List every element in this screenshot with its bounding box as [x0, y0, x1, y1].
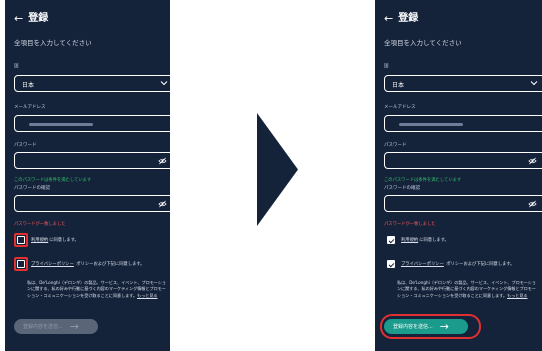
- terms-text: に同意します。: [49, 238, 79, 243]
- email-value-blurred: [29, 123, 93, 126]
- terms-checkbox[interactable]: [387, 236, 395, 244]
- page-title: 登録: [28, 12, 49, 24]
- password-field[interactable]: [14, 152, 170, 169]
- password-valid-message: このパスワードは条件を満たしています: [384, 178, 462, 183]
- back-arrow-icon[interactable]: ←: [14, 13, 23, 24]
- header: ← 登録: [384, 13, 418, 24]
- password-field[interactable]: [384, 152, 542, 169]
- terms-checkbox-row[interactable]: 利用規約に同意します。: [387, 236, 449, 244]
- chevron-down-icon: [160, 81, 168, 86]
- privacy-checkbox-row[interactable]: プライバシーポリシー ポリシーおよび下記に同意します。: [387, 260, 515, 268]
- password-confirm-field[interactable]: [384, 195, 542, 212]
- marketing-consent-text: 私は、De'Longhi（デロンギ）の製品、サービス、イベント、プロモーションに…: [27, 280, 167, 299]
- header: ← 登録: [14, 13, 48, 24]
- read-more-link[interactable]: もっと見る: [507, 293, 527, 298]
- terms-link[interactable]: 利用規約: [31, 238, 48, 243]
- read-more-link[interactable]: もっと見る: [137, 293, 157, 298]
- password-match-message: パスワードが一致しました: [14, 222, 66, 227]
- country-select[interactable]: 日本: [384, 75, 542, 92]
- privacy-link[interactable]: プライバシーポリシー: [401, 262, 444, 267]
- registration-screen-after: ← 登録 全項目を入力してください 国 日本 メールアドレス パスワード このパ…: [375, 0, 542, 351]
- page-title: 登録: [398, 12, 419, 24]
- email-label: メールアドレス: [14, 105, 46, 110]
- registration-screen-before: ← 登録 全項目を入力してください 国 日本 メールアドレス パスワード このパ…: [5, 0, 170, 351]
- password-label: パスワード: [384, 143, 407, 148]
- terms-text: に同意します。: [419, 238, 449, 243]
- highlight-terms-checkbox: [14, 233, 28, 247]
- eye-off-icon[interactable]: [158, 200, 167, 208]
- submit-button[interactable]: 登録内容を送信... →: [14, 319, 98, 334]
- country-select[interactable]: 日本: [14, 75, 170, 92]
- password-confirm-label: パスワードの確認: [14, 186, 50, 191]
- privacy-checkbox-row[interactable]: プライバシーポリシー ポリシーおよび下記に同意します。: [17, 260, 145, 268]
- password-confirm-field[interactable]: [14, 195, 170, 212]
- page-subtitle: 全項目を入力してください: [384, 39, 462, 47]
- password-match-message: パスワードが一致しました: [384, 222, 436, 227]
- privacy-link[interactable]: プライバシーポリシー: [31, 262, 74, 267]
- email-field[interactable]: [384, 115, 542, 132]
- eye-off-icon[interactable]: [528, 200, 537, 208]
- password-valid-message: このパスワードは条件を満たしています: [14, 178, 92, 183]
- highlight-submit-button: [380, 314, 481, 339]
- submit-label: 登録内容を送信...: [23, 324, 63, 330]
- chevron-down-icon: [530, 81, 538, 86]
- country-label: 国: [384, 64, 389, 69]
- back-arrow-icon[interactable]: ←: [384, 13, 393, 24]
- arrow-right-icon: →: [69, 320, 79, 333]
- country-label: 国: [14, 64, 19, 69]
- country-value: 日本: [392, 82, 405, 89]
- email-value-blurred: [399, 123, 463, 126]
- privacy-checkbox[interactable]: [387, 260, 395, 268]
- eye-off-icon[interactable]: [528, 157, 537, 165]
- privacy-text: ポリシーおよび下記に同意します。: [444, 262, 515, 267]
- eye-off-icon[interactable]: [158, 157, 167, 165]
- privacy-text: ポリシーおよび下記に同意します。: [74, 262, 145, 267]
- email-field[interactable]: [14, 115, 170, 132]
- email-label: メールアドレス: [384, 105, 416, 110]
- highlight-privacy-checkbox: [14, 257, 28, 271]
- page-subtitle: 全項目を入力してください: [14, 39, 92, 47]
- country-value: 日本: [22, 82, 35, 89]
- password-label: パスワード: [14, 143, 37, 148]
- marketing-consent-text: 私は、De'Longhi（デロンギ）の製品、サービス、イベント、プロモーションに…: [397, 280, 537, 299]
- password-confirm-label: パスワードの確認: [384, 186, 420, 191]
- next-step-arrow-icon: [257, 113, 298, 226]
- terms-link[interactable]: 利用規約: [401, 238, 418, 243]
